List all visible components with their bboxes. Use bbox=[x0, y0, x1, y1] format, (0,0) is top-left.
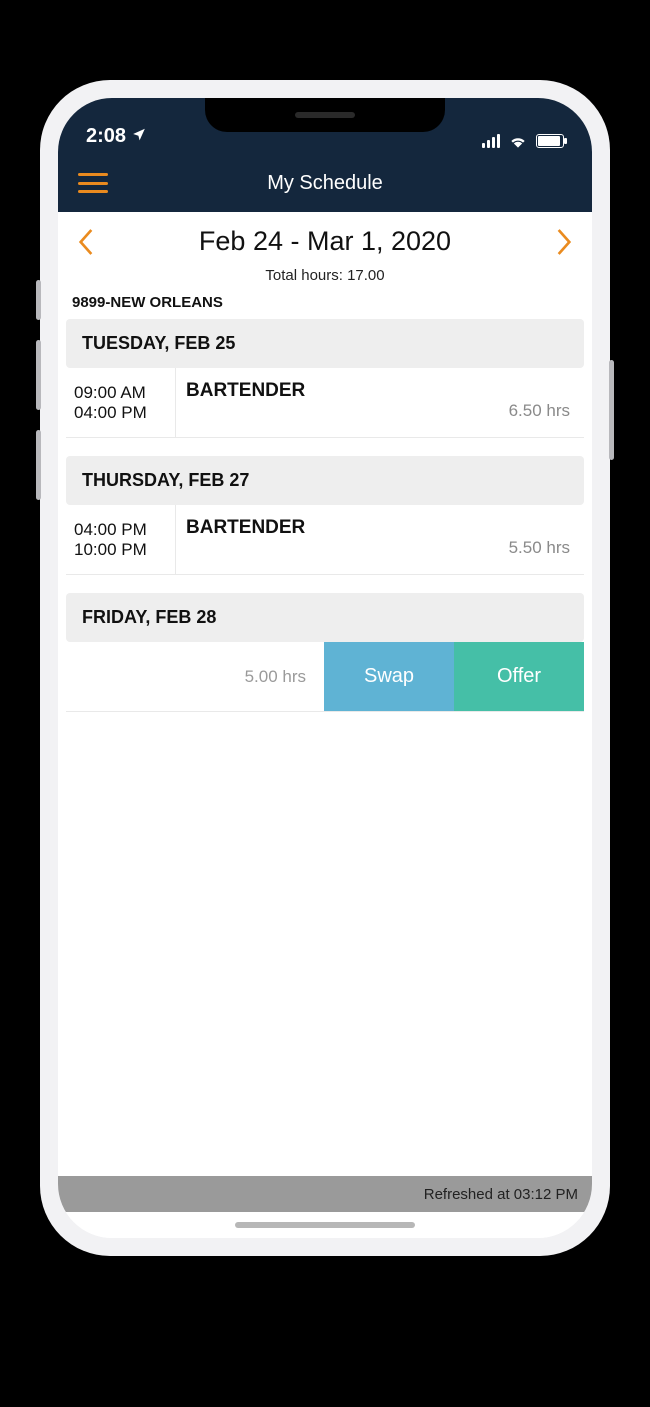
screen: 2:08 My Schedule bbox=[58, 98, 592, 1238]
home-indicator-area bbox=[58, 1212, 592, 1238]
app-header: My Schedule bbox=[58, 154, 592, 212]
power-button bbox=[609, 360, 614, 460]
prev-week-button[interactable] bbox=[78, 228, 94, 256]
day-block: FRIDAY, FEB 28 5.00 hrs Swap Offer bbox=[58, 593, 592, 712]
shift-end: 04:00 PM bbox=[74, 403, 167, 423]
shift-hours: 5.00 hrs bbox=[245, 667, 306, 687]
shift-role: BARTENDER bbox=[186, 517, 305, 539]
notch bbox=[205, 98, 445, 132]
home-indicator[interactable] bbox=[235, 1222, 415, 1228]
content: Feb 24 - Mar 1, 2020 Total hours: 17.00 … bbox=[58, 212, 592, 1238]
shift-start: 09:00 AM bbox=[74, 383, 167, 403]
footer-bar: Refreshed at 03:12 PM bbox=[58, 1176, 592, 1212]
shift-start: 04:00 PM bbox=[74, 520, 167, 540]
next-week-button[interactable] bbox=[556, 228, 572, 256]
day-header: THURSDAY, FEB 27 bbox=[66, 456, 584, 505]
shift-row[interactable]: 09:00 AM 04:00 PM BARTENDER 6.50 hrs bbox=[66, 368, 584, 438]
wifi-icon bbox=[508, 134, 528, 148]
menu-button[interactable] bbox=[78, 173, 108, 193]
shift-action-row: 5.00 hrs Swap Offer bbox=[66, 642, 584, 712]
shift-end: 10:00 PM bbox=[74, 540, 167, 560]
shift-hours: 6.50 hrs bbox=[509, 401, 570, 425]
day-block: TUESDAY, FEB 25 09:00 AM 04:00 PM BARTEN… bbox=[58, 319, 592, 438]
cellular-icon bbox=[482, 134, 500, 148]
refreshed-label: Refreshed at 03:12 PM bbox=[424, 1186, 578, 1203]
volume-down-button bbox=[36, 430, 41, 500]
page-title: My Schedule bbox=[267, 172, 383, 195]
shift-hours: 5.50 hrs bbox=[509, 538, 570, 562]
mute-switch bbox=[36, 280, 41, 320]
date-navigator: Feb 24 - Mar 1, 2020 bbox=[58, 212, 592, 261]
shift-times: 04:00 PM 10:00 PM bbox=[66, 505, 176, 574]
location-icon bbox=[132, 127, 146, 144]
shift-role: BARTENDER bbox=[186, 380, 305, 402]
shift-row[interactable]: 04:00 PM 10:00 PM BARTENDER 5.50 hrs bbox=[66, 505, 584, 575]
location-label: 9899-NEW ORLEANS bbox=[58, 294, 592, 319]
day-header: FRIDAY, FEB 28 bbox=[66, 593, 584, 642]
volume-up-button bbox=[36, 340, 41, 410]
phone-frame: 2:08 My Schedule bbox=[40, 80, 610, 1256]
day-header: TUESDAY, FEB 25 bbox=[66, 319, 584, 368]
battery-icon bbox=[536, 134, 564, 148]
day-block: THURSDAY, FEB 27 04:00 PM 10:00 PM BARTE… bbox=[58, 456, 592, 575]
date-range-label: Feb 24 - Mar 1, 2020 bbox=[199, 226, 451, 257]
speaker bbox=[295, 112, 355, 118]
shift-times: 09:00 AM 04:00 PM bbox=[66, 368, 176, 437]
status-time: 2:08 bbox=[86, 125, 126, 148]
offer-button[interactable]: Offer bbox=[454, 642, 584, 711]
total-hours-label: Total hours: 17.00 bbox=[58, 261, 592, 294]
swap-button[interactable]: Swap bbox=[324, 642, 454, 711]
